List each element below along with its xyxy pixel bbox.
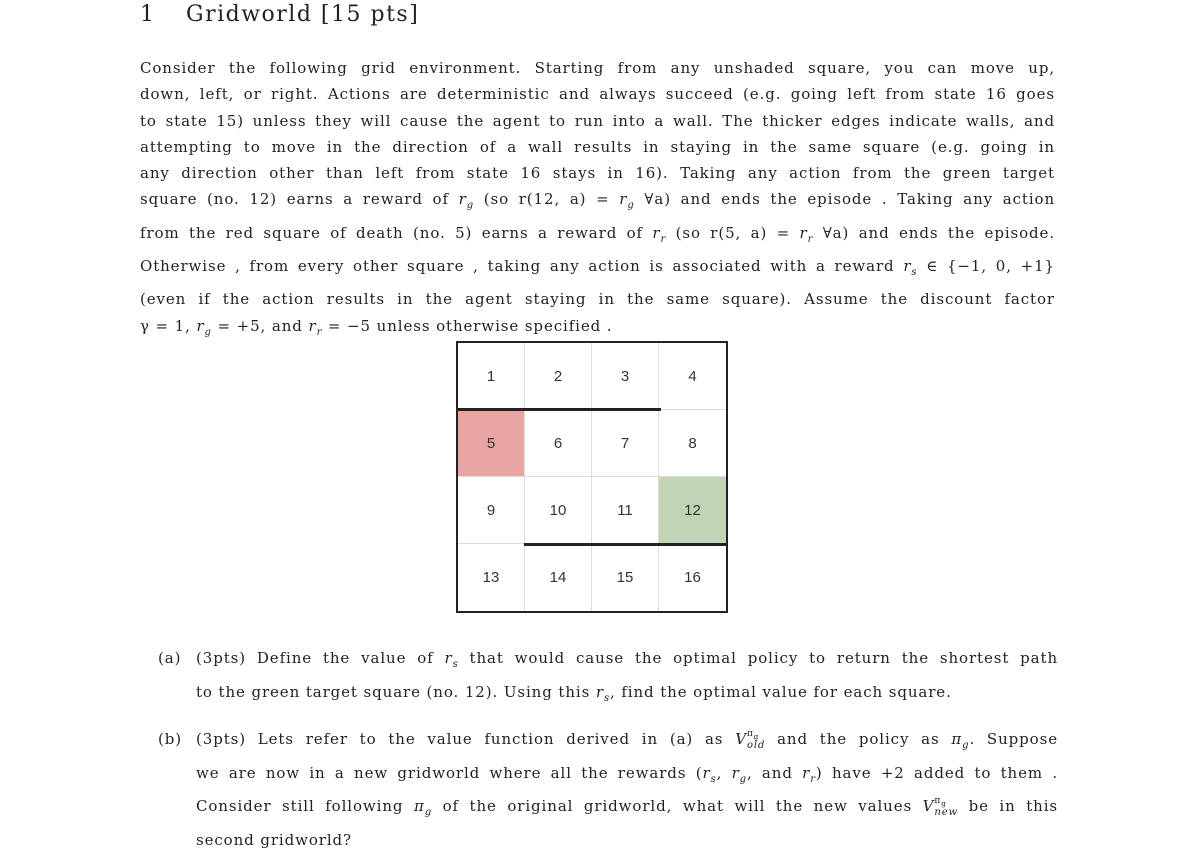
section-title: Gridworld [15 pts] (186, 2, 420, 27)
question-a: (a) (3pts) Define the value of rs that w… (158, 645, 1058, 712)
wall-top (456, 408, 661, 411)
intro-line: Consider the following grid environment.… (140, 59, 1055, 77)
grid-cell: 11 (592, 477, 659, 544)
intro-line: down, left, or right. Actions are determ… (140, 85, 1055, 104)
intro-line: square (no. 12) earns a reward of rg (so… (140, 190, 1056, 212)
question-label: (b) (158, 730, 183, 748)
intro-line: from the red square of death (no. 5) ear… (140, 223, 1055, 245)
grid-cell: 9 (458, 477, 525, 544)
grid-cell: 1 (458, 343, 525, 410)
question-line: (3pts) Define the value of rs that would… (196, 649, 1058, 670)
grid-cell: 2 (525, 343, 592, 410)
intro-line: attempting to move in the direction of a… (140, 137, 1055, 156)
question-line: to the green target square (no. 12). Usi… (196, 682, 952, 704)
question-b: (b) (3pts) Lets refer to the value funct… (158, 726, 1058, 853)
intro-line: any direction other than left from state… (140, 164, 1055, 183)
intro-line: Otherwise , from every other square , ta… (140, 257, 1055, 279)
questions: (a) (3pts) Define the value of rs that w… (158, 645, 1058, 867)
intro-line: (even if the action results in the agent… (140, 290, 1055, 309)
question-label: (a) (158, 649, 182, 667)
grid-cell: 7 (592, 410, 659, 477)
grid-cell: 8 (659, 410, 726, 477)
grid-cell: 10 (525, 477, 592, 544)
intro-line: to state 15) unless they will cause the … (140, 111, 1055, 130)
grid-cell: 4 (659, 343, 726, 410)
problem-description: Consider the following grid environment.… (140, 55, 1055, 346)
section-number: 1 (140, 2, 156, 27)
section-heading: 1 Gridworld [15 pts] (140, 2, 419, 27)
question-line: second gridworld? (196, 830, 352, 849)
question-line: Consider still following πg of the origi… (196, 795, 1058, 819)
grid-cell: 15 (592, 544, 659, 611)
question-line: (3pts) Lets refer to the value function … (196, 728, 1058, 752)
grid-cell: 16 (684, 569, 701, 586)
question-line: we are now in a new gridworld where all … (196, 763, 1058, 785)
red-death-cell: 5 (458, 410, 525, 477)
grid-cell: 14 (525, 544, 592, 611)
grid-cell: 3 (592, 343, 659, 410)
grid-cell: 6 (525, 410, 592, 477)
green-target-cell: 12 (659, 477, 726, 544)
gridworld-figure: 1 2 3 4 5 6 7 8 9 10 11 12 13 14 15 16 (456, 341, 728, 613)
wall-bottom (524, 543, 728, 546)
grid-cell: 13 (458, 544, 525, 611)
